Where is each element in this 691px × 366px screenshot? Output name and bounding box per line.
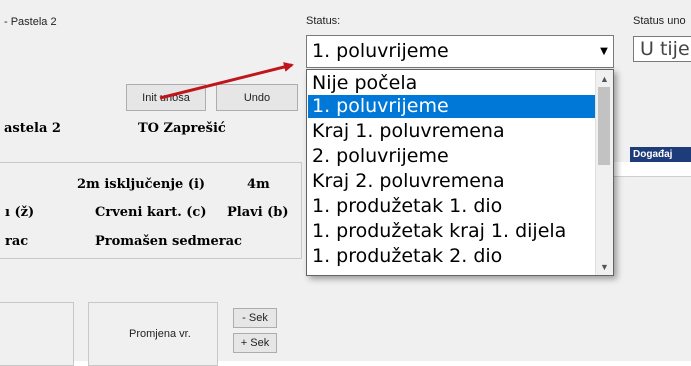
annotation-arrow-icon: [159, 62, 294, 100]
app-window: - Pastela 2 Status: Status uno 1. poluvr…: [0, 0, 691, 366]
